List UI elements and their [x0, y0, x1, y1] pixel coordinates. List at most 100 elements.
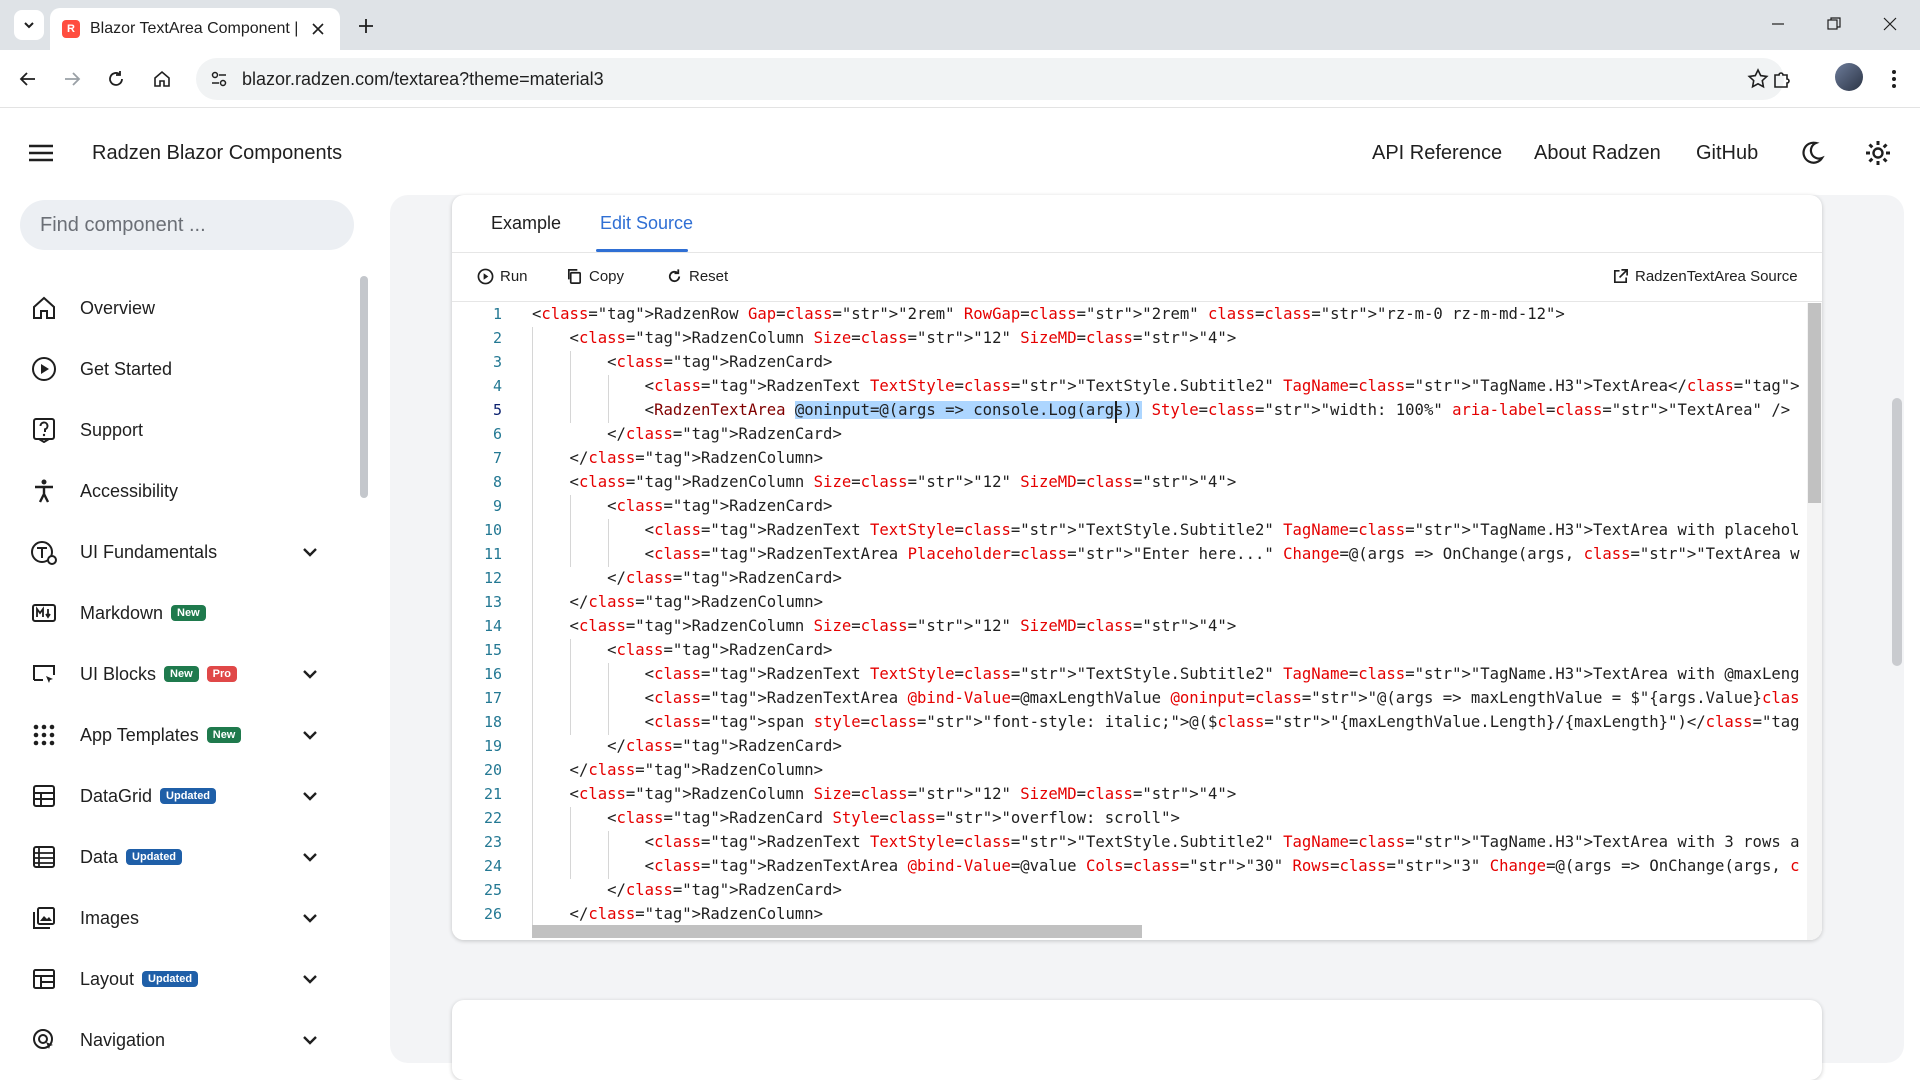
run-button[interactable]: Run — [477, 268, 528, 285]
sidebar-item-navigation[interactable]: Navigation — [28, 1020, 328, 1060]
code-line: <class="tag">RadzenText TextStyle=class=… — [532, 833, 1800, 851]
api-reference-link[interactable]: API Reference — [1372, 142, 1502, 165]
sidebar-item-app-templates[interactable]: App Templates New — [28, 715, 328, 755]
profile-avatar[interactable] — [1835, 63, 1863, 91]
sidebar-scrollbar[interactable] — [360, 276, 368, 498]
tab-example[interactable]: Example — [491, 213, 561, 234]
browser-tab[interactable]: R Blazor TextArea Component | Fr — [50, 8, 340, 50]
sidebar-item-label: Get Started — [80, 358, 173, 379]
restore-icon — [1827, 17, 1841, 30]
chevron-down-icon[interactable] — [298, 540, 322, 564]
sidebar-item-datagrid[interactable]: DataGrid Updated — [28, 776, 328, 816]
navigation-icon — [28, 1024, 60, 1056]
sidebar-item-ui-fundamentals[interactable]: UI Fundamentals — [28, 532, 328, 572]
reload-button[interactable] — [100, 63, 132, 95]
line-number: 11 — [483, 545, 502, 563]
sidebar-item-layout[interactable]: Layout Updated — [28, 959, 328, 999]
back-button[interactable] — [12, 63, 44, 95]
sidebar-item-images[interactable]: Images — [28, 898, 328, 938]
tab-search-button[interactable] — [14, 10, 44, 40]
sidebar-item-markdown[interactable]: Markdown New — [28, 593, 328, 633]
code-line: </class="tag">RadzenColumn> — [532, 449, 824, 467]
line-number: 24 — [483, 857, 502, 875]
forward-button[interactable] — [56, 63, 88, 95]
reset-button[interactable]: Reset — [666, 268, 728, 285]
code-line: <class="tag">RadzenColumn Size=class="st… — [532, 617, 1237, 635]
editor-horizontal-scrollbar[interactable] — [532, 925, 1142, 938]
sidebar-item-label: Data — [80, 846, 119, 867]
line-number: 22 — [483, 809, 502, 827]
find-component-input[interactable]: Find component ... — [20, 200, 354, 250]
sidebar-item-ui-blocks[interactable]: UI Blocks New Pro — [28, 654, 328, 694]
text-settings-icon — [28, 536, 60, 568]
line-number: 3 — [492, 353, 502, 371]
copy-icon — [567, 269, 582, 284]
browser-menu-button[interactable] — [1878, 63, 1910, 95]
sidebar-item-get-started[interactable]: Get Started — [28, 349, 328, 389]
chevron-down-icon[interactable] — [298, 784, 322, 808]
address-bar[interactable]: blazor.radzen.com/textarea?theme=materia… — [196, 58, 1784, 100]
reset-label: Reset — [689, 268, 729, 285]
code-line: <class="tag">RadzenText TextStyle=class=… — [532, 665, 1800, 683]
hamburger-menu-icon[interactable] — [26, 138, 56, 168]
code-line: <class="tag">span style=class="str">"fon… — [532, 713, 1800, 731]
sidebar-item-accessibility[interactable]: Accessibility — [28, 471, 328, 511]
updated-badge: Updated — [160, 788, 217, 804]
chevron-down-icon[interactable] — [298, 723, 322, 747]
line-number: 5 — [492, 401, 502, 419]
home-icon — [154, 70, 170, 87]
copy-button[interactable]: Copy — [566, 268, 624, 285]
sidebar-item-support[interactable]: Support — [28, 410, 328, 450]
close-icon — [1883, 17, 1897, 31]
settings-gear-icon[interactable] — [1863, 138, 1893, 168]
minimize-button[interactable] — [1756, 8, 1800, 40]
layout-icon — [28, 963, 60, 995]
extensions-button[interactable] — [1766, 63, 1798, 95]
sidebar-item-data[interactable]: Data Updated — [28, 837, 328, 877]
editor-vertical-scrollbar[interactable] — [1808, 303, 1821, 503]
site-info-icon[interactable] — [206, 66, 232, 92]
code-line: <class="tag">RadzenText TextStyle=class=… — [532, 377, 1800, 395]
page-scrollbar[interactable] — [1892, 398, 1902, 666]
code-lines[interactable]: <class="tag">RadzenRow Gap=class="str">"… — [532, 303, 1800, 940]
code-toolbar: Run Copy Reset RadzenTextArea Source — [452, 254, 1822, 302]
line-number: 20 — [483, 761, 502, 779]
chevron-down-icon[interactable] — [298, 967, 322, 991]
chevron-down-icon[interactable] — [298, 1028, 322, 1052]
line-number: 7 — [492, 449, 502, 467]
ui-blocks-icon — [28, 658, 60, 690]
dark-mode-moon-icon[interactable] — [1797, 138, 1827, 168]
about-radzen-link[interactable]: About Radzen — [1534, 142, 1661, 165]
close-icon — [312, 23, 324, 35]
chevron-down-icon[interactable] — [298, 662, 322, 686]
open-external-icon — [1613, 269, 1628, 284]
app-header: Radzen Blazor Components API Reference A… — [0, 108, 1920, 198]
line-number: 10 — [483, 521, 502, 539]
github-link[interactable]: GitHub — [1696, 142, 1758, 165]
line-number: 25 — [483, 881, 502, 899]
sidebar-item-label: Overview — [80, 297, 156, 318]
new-tab-button[interactable] — [352, 12, 380, 40]
sidebar-item-label: UI Blocks — [80, 663, 157, 684]
code-line: <class="tag">RadzenTextArea @bind-Value=… — [532, 857, 1800, 875]
brand-title[interactable]: Radzen Blazor Components — [92, 142, 342, 165]
close-window-button[interactable] — [1868, 8, 1912, 40]
accessibility-icon — [28, 475, 60, 507]
home-button[interactable] — [146, 63, 178, 95]
reload-icon — [109, 71, 123, 86]
chevron-down-icon[interactable] — [298, 906, 322, 930]
component-source-link[interactable]: RadzenTextArea Source — [1612, 268, 1798, 285]
sidebar-item-label: App Templates — [80, 724, 199, 745]
url-text: blazor.radzen.com/textarea?theme=materia… — [242, 69, 604, 89]
line-number: 16 — [483, 665, 502, 683]
chevron-down-icon[interactable] — [298, 845, 322, 869]
radzen-favicon-icon: R — [62, 20, 80, 38]
tab-edit-source[interactable]: Edit Source — [600, 213, 693, 234]
close-tab-button[interactable] — [308, 19, 328, 39]
code-line: </class="tag">RadzenCard> — [532, 569, 842, 587]
sidebar-item-overview[interactable]: Overview — [28, 288, 328, 328]
example-card: Example Edit Source Run Copy Reset Radze… — [452, 195, 1822, 940]
restore-button[interactable] — [1812, 8, 1856, 40]
code-editor[interactable]: 1 2 3 4 5 6 7 8 9 10 11 12 13 14 15 16 1… — [452, 303, 1822, 940]
sidebar-item-label: Navigation — [80, 1029, 166, 1050]
